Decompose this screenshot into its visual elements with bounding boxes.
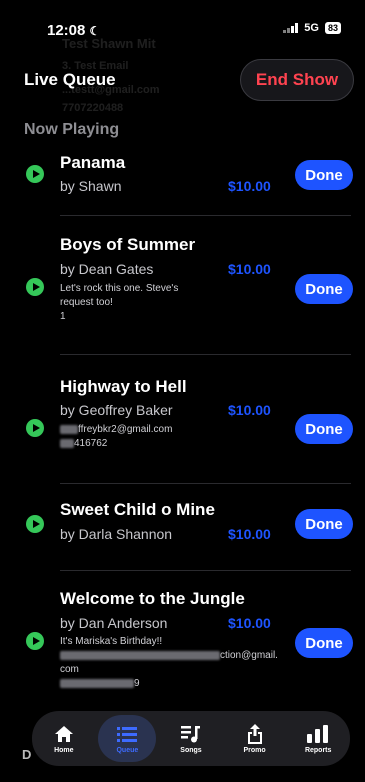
price-label: $10.00 [228,178,271,194]
network-label: 5G [304,22,319,34]
phone-text: 9 [60,677,290,691]
request-note: It's Mariska's Birthday!! ction@gmail. c… [60,635,290,691]
song-title: Panama [60,153,126,172]
email-visible: ffreybkr2@gmail.com [78,424,173,435]
price-label: $10.00 [228,402,271,418]
phone-visible: 416762 [74,438,108,449]
done-button[interactable]: Done [295,274,353,304]
music-list-icon [180,724,202,744]
home-icon [53,724,75,744]
ghost-text: 7707220488 [62,102,124,114]
done-button[interactable]: Done [295,414,353,444]
status-indicators: 5G 83 [283,22,341,34]
tab-queue[interactable]: Queue [98,715,157,762]
done-button[interactable]: Done [295,509,353,539]
status-time: 12:08 ☾ [47,22,100,39]
phone-text: 416762 [60,437,290,451]
queue-row[interactable]: Panama by Shawn $10.00 Done [0,140,365,216]
play-icon[interactable] [26,632,44,650]
song-title: Welcome to the Jungle [60,589,245,608]
moon-icon: ☾ [89,24,101,38]
phone-visible: 9 [134,678,140,689]
signal-icon [283,23,299,33]
clock-text: 12:08 [47,22,86,39]
bar-chart-icon [307,724,329,744]
queue-list: Panama by Shawn $10.00 Done Boys of Summ… [0,140,365,711]
note-line: request too! [60,297,113,308]
request-note: Let's rock this one. Steve's request too… [60,282,290,324]
list-icon [116,724,138,744]
tab-label: Reports [304,746,332,754]
queue-row[interactable]: Sweet Child o Mine by Darla Shannon $10.… [0,484,365,571]
tab-label: Home [54,746,74,754]
song-title: Sweet Child o Mine [60,500,215,519]
price-label: $10.00 [228,526,271,542]
song-title: Boys of Summer [60,235,196,254]
artist-name: by Darla Shannon [60,526,173,542]
section-title: Now Playing [24,121,120,138]
redacted-block [60,650,220,660]
email-text: ffreybkr2@gmail.com [60,423,290,437]
note-line: It's Mariska's Birthday!! [60,636,163,647]
song-title: Highway to Hell [60,377,187,396]
tab-bar: Home Queue Songs Promo Reports [32,711,350,766]
artist-name: by Geoffrey Baker [60,402,173,418]
artist-name: by Dean Gates [60,261,154,277]
artist-name: by Dan Anderson [60,615,168,631]
tab-label: Queue [116,746,139,754]
price-label: $10.00 [228,615,271,631]
price-label: $10.00 [228,261,271,277]
done-button[interactable]: Done [295,160,353,190]
play-icon[interactable] [26,278,44,296]
artist-name: by Shawn [60,178,122,194]
end-show-button[interactable]: End Show [240,59,354,101]
note-line: Let's rock this one. Steve's [60,283,179,294]
play-icon[interactable] [26,515,44,533]
queue-row[interactable]: Highway to Hell by Geoffrey Baker $10.00… [0,355,365,484]
share-icon [244,723,266,744]
note-line: 1 [60,311,66,322]
partial-glyph: D [22,747,32,762]
tab-home[interactable]: Home [35,715,93,762]
tab-reports[interactable]: Reports [289,715,347,762]
contact-info: ffreybkr2@gmail.com 416762 [60,423,290,451]
battery-icon: 83 [324,22,341,34]
redacted-block [60,424,78,434]
tab-label: Songs [180,746,202,754]
queue-row[interactable]: Welcome to the Jungle by Dan Anderson $1… [0,571,365,711]
tab-label: Promo [243,746,266,754]
page-title: Live Queue [24,70,116,89]
email-text: ction@gmail. [60,649,290,663]
play-icon[interactable] [26,165,44,183]
redacted-block [60,438,74,448]
redacted-block [60,678,134,688]
email-visible: ction@gmail. [220,650,278,661]
done-button[interactable]: Done [295,628,353,658]
play-icon[interactable] [26,419,44,437]
tab-promo[interactable]: Promo [226,715,284,762]
queue-row[interactable]: Boys of Summer by Dean Gates $10.00 Done… [0,216,365,355]
tab-songs[interactable]: Songs [162,715,220,762]
email-text: com [60,664,79,675]
status-bar: 12:08 ☾ 5G 83 [0,0,365,56]
